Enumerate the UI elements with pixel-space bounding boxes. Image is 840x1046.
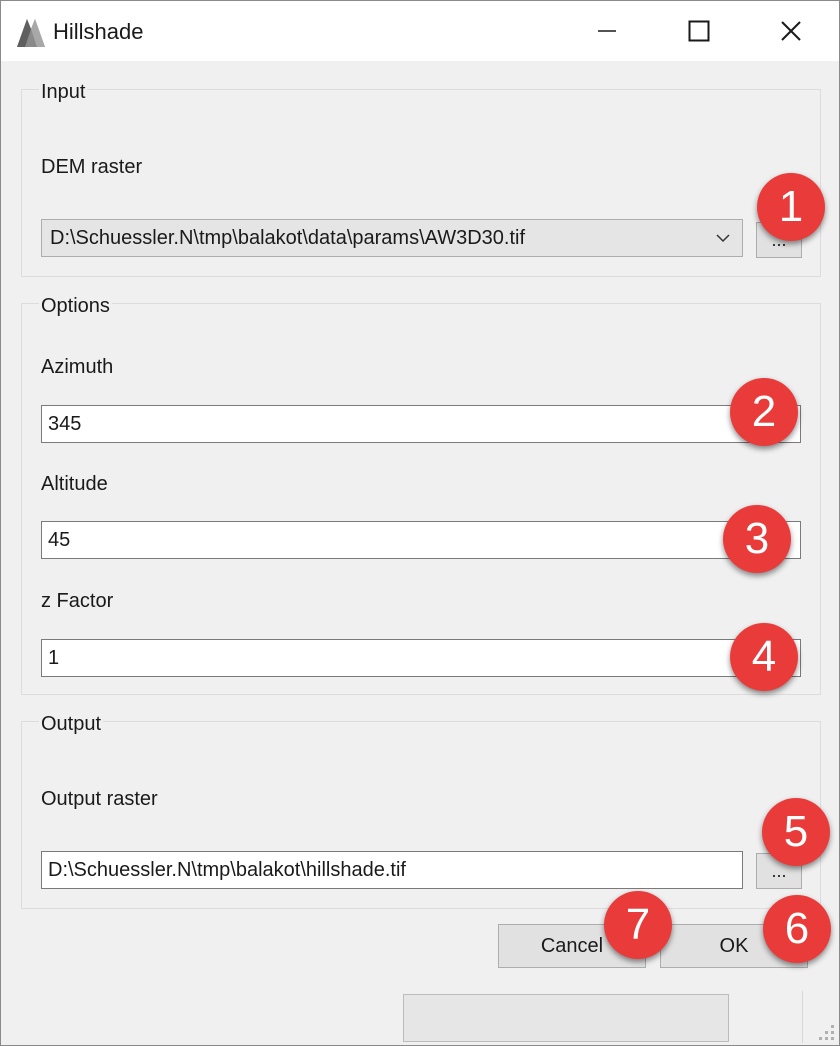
maximize-icon [688, 20, 710, 42]
window-title: Hillshade [53, 19, 144, 44]
progress-bar [403, 994, 729, 1042]
annotation-badge-2: 2 [730, 378, 798, 446]
options-group-title: Options [39, 294, 112, 318]
zfactor-label: z Factor [41, 590, 114, 612]
chevron-down-icon [716, 234, 730, 243]
minimize-icon [598, 30, 616, 32]
dem-raster-label: DEM raster [41, 156, 143, 178]
annotation-badge-5: 5 [762, 798, 830, 866]
azimuth-label: Azimuth [41, 356, 114, 378]
maximize-button[interactable] [653, 1, 745, 61]
options-groupbox [21, 303, 821, 695]
dem-raster-combobox[interactable]: D:\Schuessler.N\tmp\balakot\data\params\… [41, 219, 743, 257]
azimuth-input[interactable]: 345 [41, 405, 801, 443]
dem-raster-value: D:\Schuessler.N\tmp\balakot\data\params\… [50, 227, 526, 249]
annotation-badge-1: 1 [757, 173, 825, 241]
title-bar[interactable]: Hillshade [1, 1, 839, 61]
hillshade-dialog: Hillshade Input DEM raster D:\Schuessler… [0, 0, 840, 1046]
output-raster-label: Output raster [41, 788, 158, 810]
annotation-badge-3: 3 [723, 505, 791, 573]
annotation-badge-7: 7 [604, 891, 672, 959]
resize-grip-icon[interactable] [819, 1025, 835, 1041]
mountain-icon [17, 19, 45, 47]
annotation-badge-6: 6 [763, 895, 831, 963]
output-group-title: Output [39, 712, 104, 736]
status-separator [802, 991, 803, 1043]
altitude-label: Altitude [41, 473, 108, 495]
zfactor-input[interactable]: 1 [41, 639, 801, 677]
altitude-input[interactable]: 45 [41, 521, 801, 559]
input-group-title: Input [39, 80, 88, 104]
close-icon [781, 21, 801, 41]
annotation-badge-4: 4 [730, 623, 798, 691]
minimize-button[interactable] [561, 1, 653, 61]
close-button[interactable] [745, 1, 837, 61]
output-raster-input[interactable]: D:\Schuessler.N\tmp\balakot\hillshade.ti… [41, 851, 743, 889]
